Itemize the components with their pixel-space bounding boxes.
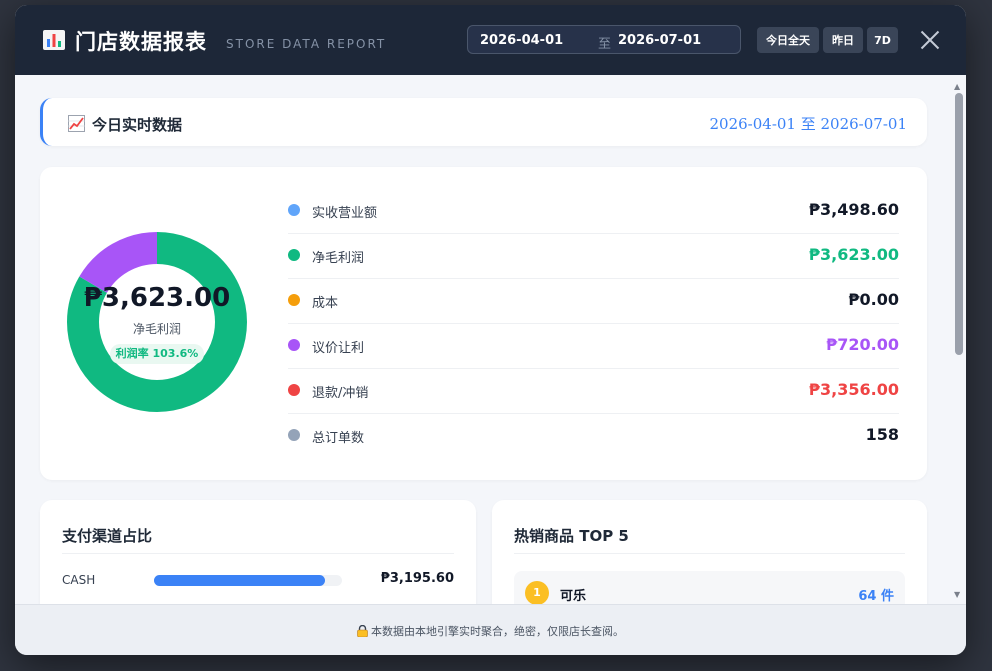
modal-title: 门店数据报表 <box>75 30 207 54</box>
donut-center-value: ₱3,623.00 <box>83 283 231 313</box>
stat-color-dot <box>288 339 300 351</box>
divider <box>62 553 454 554</box>
stat-row: 总订单数 158 <box>288 414 899 459</box>
banner-title: 今日实时数据 <box>92 116 183 134</box>
payment-channel-amount: ₱3,195.60 <box>380 571 454 586</box>
stat-row: 成本 ₱0.00 <box>288 279 899 324</box>
store-report-modal: 门店数据报表 STORE DATA REPORT 2026-04-01 至 20… <box>15 5 966 655</box>
payment-card-title: 支付渠道占比 <box>62 527 153 545</box>
donut-center-label: 净毛利润 <box>132 322 181 336</box>
stat-color-dot <box>288 429 300 441</box>
stat-color-dot <box>288 249 300 261</box>
footer-note: 本数据由本地引擎实时聚合，绝密，仅限店长查阅。 <box>371 625 624 638</box>
date-start[interactable]: 2026-04-01 <box>480 33 563 48</box>
stat-row: 净毛利润 ₱3,623.00 <box>288 234 899 279</box>
stat-row: 退款/冲销 ₱3,356.00 <box>288 369 899 414</box>
stat-value: ₱3,356.00 <box>808 380 899 399</box>
scrollbar-thumb[interactable] <box>955 93 963 355</box>
stat-value: ₱0.00 <box>848 290 899 309</box>
stat-label: 总订单数 <box>312 431 365 446</box>
payment-channel-name: CASH <box>62 573 96 587</box>
last-7-days-button[interactable]: 7D <box>867 27 898 53</box>
payment-share-track <box>154 575 342 586</box>
stat-label: 退款/冲销 <box>312 386 369 401</box>
summary-card: ₱3,623.00 净毛利润 利润率 103.6% 实收营业额 ₱3,498.60… <box>40 167 927 480</box>
stat-label: 议价让利 <box>312 341 365 356</box>
stat-label: 成本 <box>312 296 339 311</box>
profit-rate-badge: 利润率 103.6% <box>110 344 204 364</box>
hot-product-name: 可乐 <box>560 589 587 604</box>
stat-row: 实收营业额 ₱3,498.60 <box>288 189 899 234</box>
stat-label: 净毛利润 <box>312 251 365 266</box>
hot-product-quantity: 64 件 <box>858 589 894 604</box>
payment-share-bar <box>154 575 326 586</box>
scroll-up-arrow[interactable]: ▲ <box>954 82 960 91</box>
stat-value: ₱3,498.60 <box>808 200 899 219</box>
bar-chart-icon <box>43 30 65 50</box>
report-content[interactable]: 今日实时数据 2026-04-01 至 2026-07-01 ₱3,623.00… <box>15 75 966 604</box>
hot-products-title: 热销商品 TOP 5 <box>514 527 629 545</box>
chart-increasing-icon <box>68 115 85 132</box>
stat-value: ₱3,623.00 <box>808 245 899 264</box>
stat-value: ₱720.00 <box>826 335 899 354</box>
realtime-banner: 今日实时数据 2026-04-01 至 2026-07-01 <box>40 98 927 146</box>
today-button[interactable]: 今日全天 <box>757 27 819 53</box>
close-icon[interactable] <box>920 30 940 50</box>
stat-label: 实收营业额 <box>312 206 378 221</box>
payment-channel-card: 支付渠道占比 CASH ₱3,195.60 <box>40 500 476 604</box>
hot-products-card: 热销商品 TOP 5 1 可乐 64 件 <box>492 500 927 604</box>
date-range-picker[interactable]: 2026-04-01 至 2026-07-01 <box>467 25 741 54</box>
modal-footer: 本数据由本地引擎实时聚合，绝密，仅限店长查阅。 <box>15 604 966 655</box>
yesterday-button[interactable]: 昨日 <box>823 27 863 53</box>
date-end[interactable]: 2026-07-01 <box>618 33 701 48</box>
banner-date-range: 2026-04-01 至 2026-07-01 <box>709 115 907 133</box>
stat-row: 议价让利 ₱720.00 <box>288 324 899 369</box>
hot-product-item[interactable]: 1 可乐 64 件 <box>514 571 905 604</box>
scroll-down-arrow[interactable]: ▼ <box>954 590 960 599</box>
date-separator: 至 <box>598 37 612 52</box>
stat-color-dot <box>288 204 300 216</box>
lock-icon <box>357 625 368 637</box>
modal-header: 门店数据报表 STORE DATA REPORT 2026-04-01 至 20… <box>15 5 966 75</box>
stat-value: 158 <box>865 425 899 444</box>
stat-color-dot <box>288 294 300 306</box>
modal-subtitle: STORE DATA REPORT <box>226 37 387 51</box>
divider <box>514 553 905 554</box>
stat-color-dot <box>288 384 300 396</box>
rank-badge: 1 <box>525 581 549 604</box>
